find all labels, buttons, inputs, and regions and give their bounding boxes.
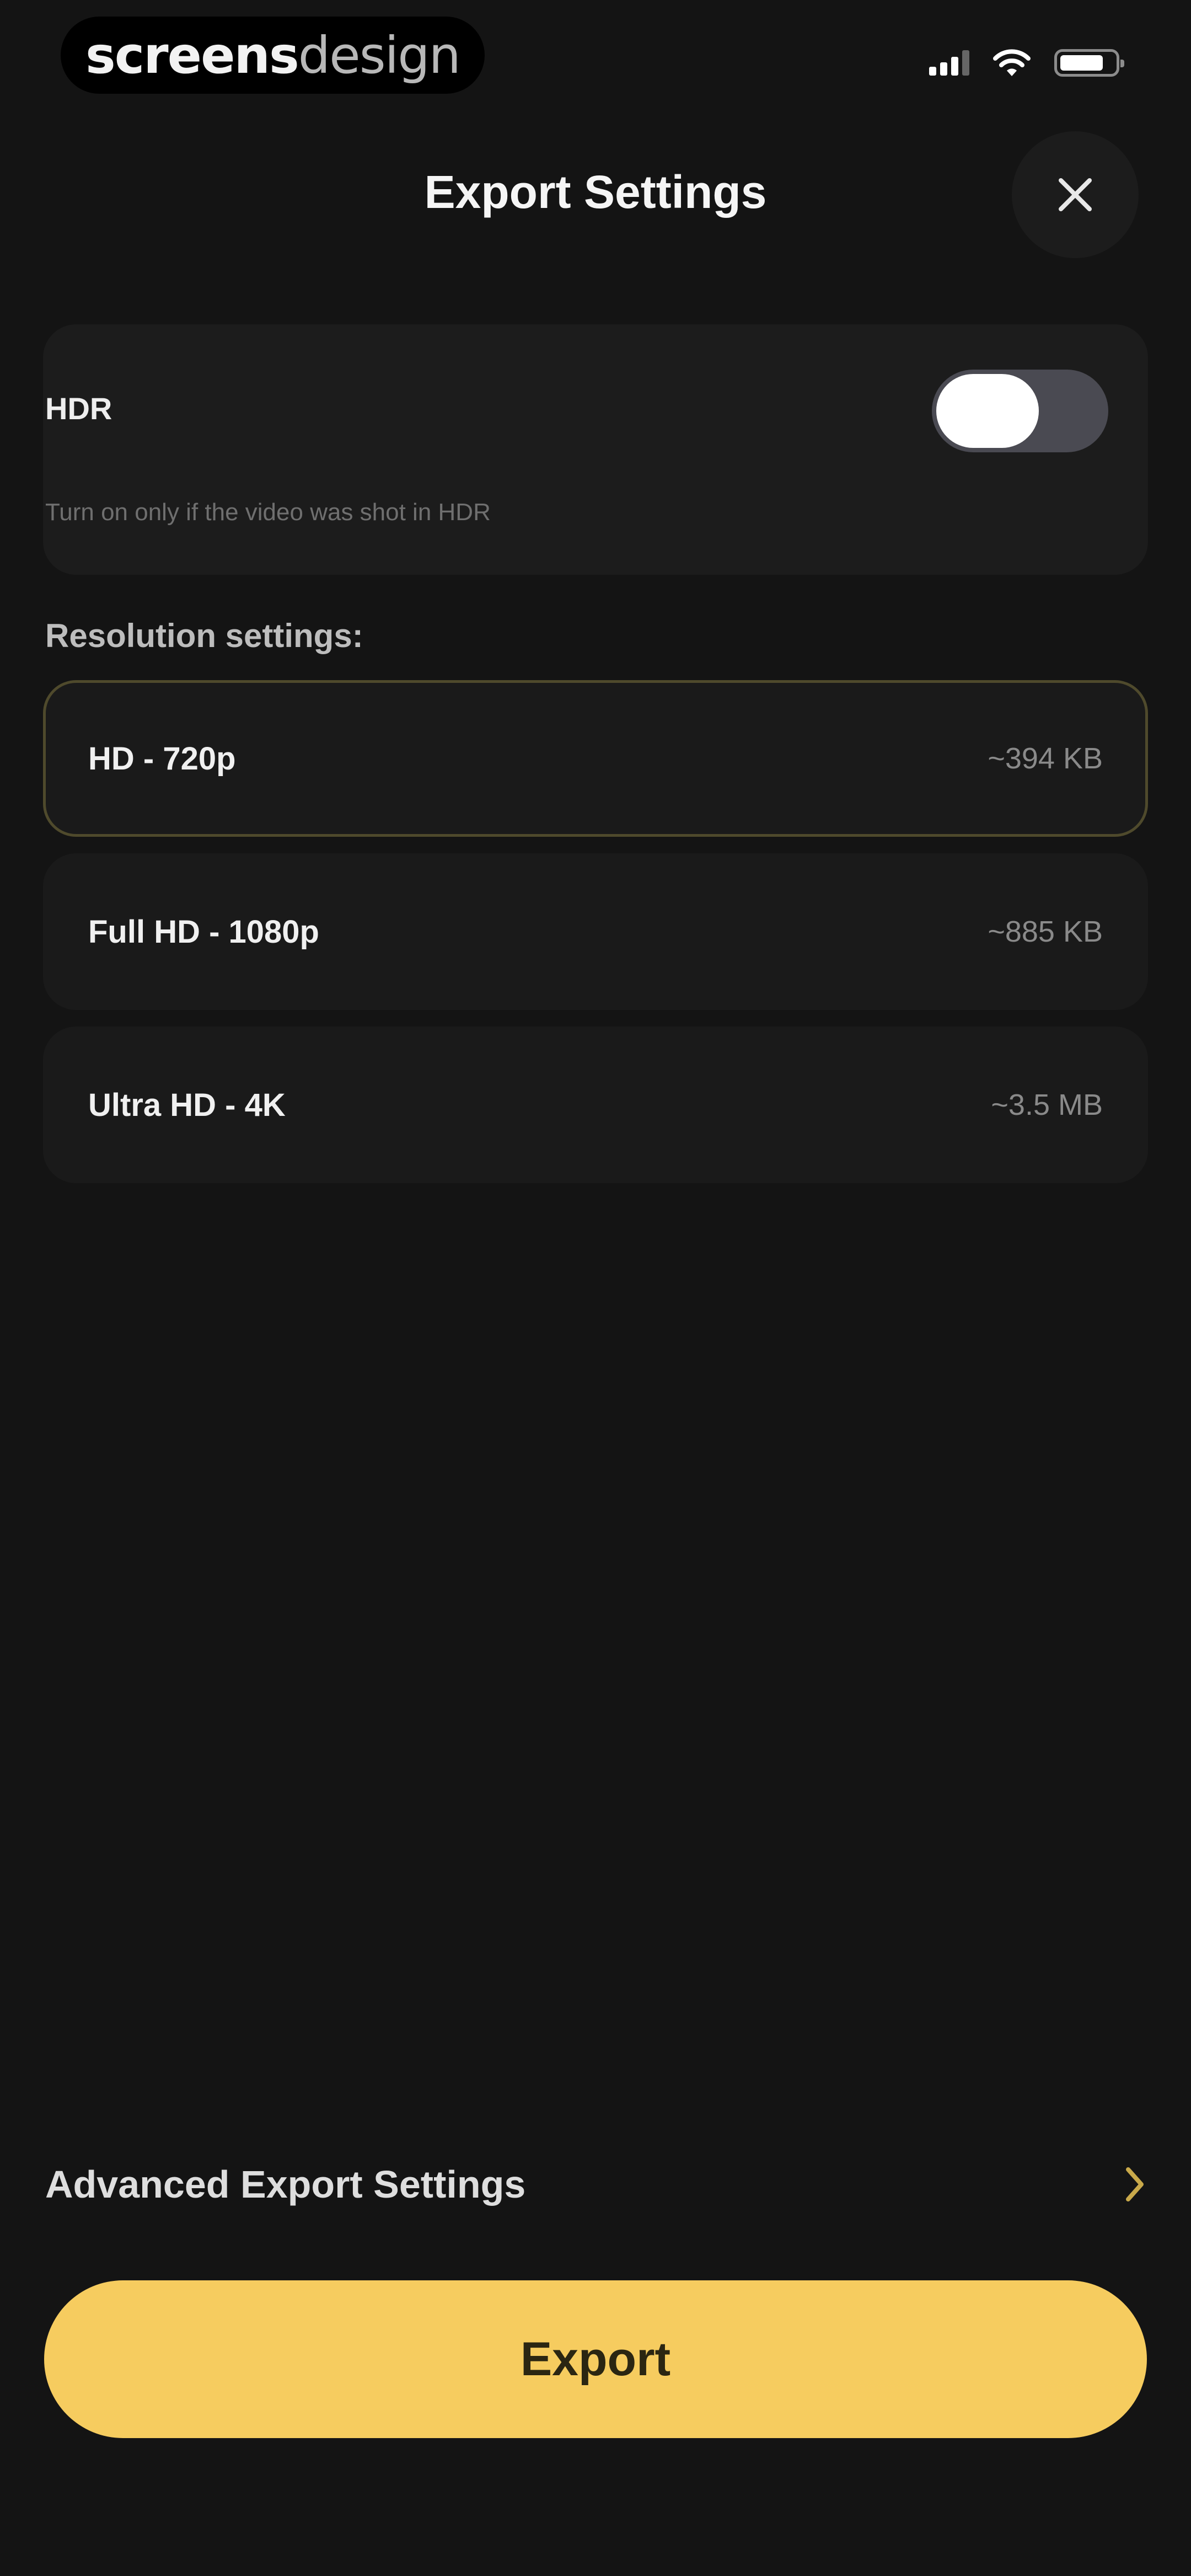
resolution-option-hd-720p[interactable]: HD - 720p ~394 KB bbox=[43, 680, 1148, 837]
screensdesign-watermark: screens design bbox=[61, 17, 485, 94]
resolution-option-label: Ultra HD - 4K bbox=[88, 1087, 286, 1123]
resolution-option-label: Full HD - 1080p bbox=[88, 913, 319, 950]
close-button[interactable] bbox=[1012, 131, 1139, 258]
resolution-option-size: ~885 KB bbox=[988, 915, 1103, 948]
hdr-toggle[interactable] bbox=[932, 370, 1108, 452]
watermark-light: design bbox=[298, 25, 461, 85]
close-icon bbox=[1059, 178, 1092, 211]
resolution-option-size: ~394 KB bbox=[988, 742, 1103, 775]
chevron-right-icon bbox=[1126, 2167, 1144, 2201]
status-icons bbox=[929, 49, 1124, 77]
watermark-bold: screens bbox=[85, 25, 299, 85]
resolution-option-ultra-hd-4k[interactable]: Ultra HD - 4K ~3.5 MB bbox=[43, 1027, 1148, 1183]
resolution-option-size: ~3.5 MB bbox=[991, 1088, 1103, 1121]
battery-icon bbox=[1054, 49, 1124, 77]
toggle-knob bbox=[936, 374, 1039, 448]
resolution-option-label: HD - 720p bbox=[88, 740, 236, 777]
resolution-option-full-hd-1080p[interactable]: Full HD - 1080p ~885 KB bbox=[43, 853, 1148, 1010]
advanced-export-settings-label: Advanced Export Settings bbox=[45, 2163, 526, 2206]
wifi-icon bbox=[993, 49, 1031, 76]
advanced-export-settings-row[interactable]: Advanced Export Settings bbox=[45, 2151, 1146, 2217]
hdr-label: HDR bbox=[45, 391, 112, 426]
resolution-section-label: Resolution settings: bbox=[45, 617, 363, 654]
status-bar: screens design bbox=[0, 0, 1191, 121]
signal-icon bbox=[929, 50, 969, 76]
export-button[interactable]: Export bbox=[44, 2280, 1147, 2438]
hdr-hint: Turn on only if the video was shot in HD… bbox=[45, 499, 491, 526]
